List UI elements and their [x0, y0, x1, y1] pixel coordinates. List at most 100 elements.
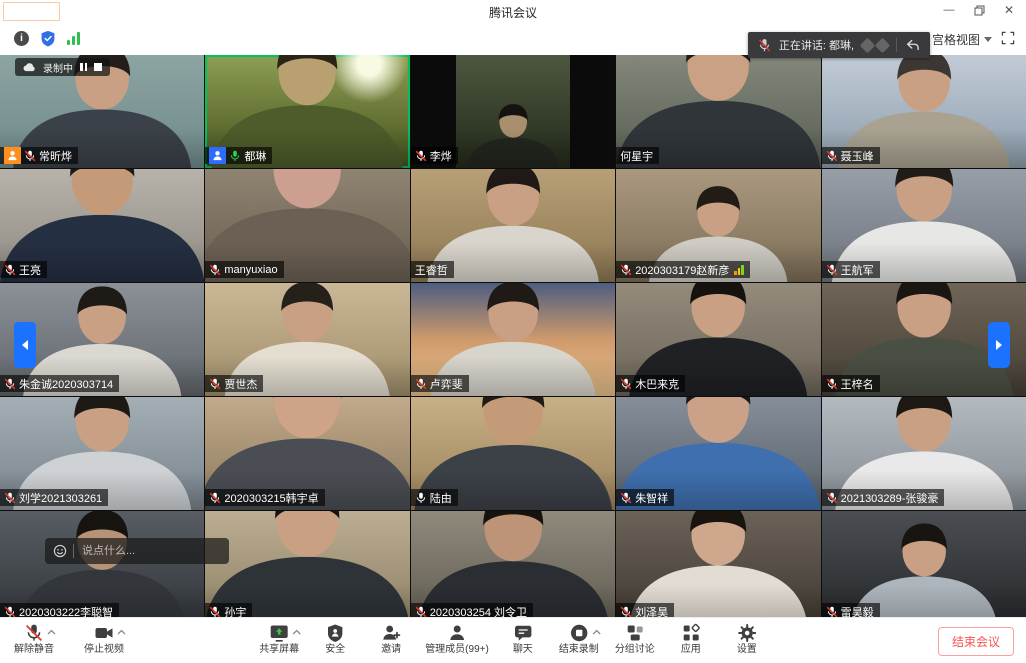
video-tile[interactable]: 王睿哲	[411, 169, 615, 282]
chevron-up-icon[interactable]	[47, 629, 56, 635]
video-tile[interactable]: 李烨	[411, 55, 615, 168]
title-bar: 腾讯会议 — ✕	[0, 0, 1026, 22]
stop-recording-button[interactable]	[94, 63, 102, 71]
video-tile[interactable]: 何星宇	[616, 55, 820, 168]
speaking-toast: 正在讲话: 都琳,	[748, 32, 930, 58]
participant-video	[616, 511, 820, 617]
participant-name: 王睿哲	[415, 262, 448, 278]
chat-button[interactable]: 聊天	[501, 618, 545, 655]
mic-status-icon	[4, 264, 16, 276]
participant-label: 2020303254 刘令卫	[411, 603, 533, 617]
participant-name: 何星宇	[620, 148, 653, 164]
video-tile[interactable]: 朱智祥	[616, 397, 820, 510]
participant-label: 贾世杰	[205, 375, 263, 392]
video-tile[interactable]: 陆由	[411, 397, 615, 510]
chevron-left-icon	[22, 340, 28, 350]
quick-chat-bar[interactable]	[45, 538, 229, 564]
chat-bubble-icon	[513, 623, 533, 643]
participant-video	[822, 511, 1026, 617]
prev-page-button[interactable]	[14, 322, 36, 368]
mic-status-icon	[826, 606, 838, 618]
video-tile[interactable]: 2020303215韩宇卓	[205, 397, 409, 510]
pause-recording-button[interactable]	[80, 63, 87, 71]
chevron-up-icon[interactable]	[117, 629, 126, 635]
participant-video	[205, 511, 409, 617]
video-tile[interactable]: 聂玉峰	[822, 55, 1026, 168]
video-tile[interactable]: 雷昊毅	[822, 511, 1026, 617]
stop-record-button[interactable]: 结束录制	[557, 618, 601, 655]
participant-label: 2021303289-张骏豪	[822, 489, 945, 506]
share-screen-icon	[269, 623, 289, 643]
participant-name: 贾世杰	[224, 376, 257, 392]
participant-name: 2020303254 刘令卫	[430, 604, 527, 618]
chevron-down-icon	[984, 37, 992, 42]
participant-label: 王航军	[822, 261, 880, 278]
participant-video	[0, 511, 204, 617]
cloud-recording-icon	[23, 62, 36, 72]
share-screen-button[interactable]: 共享屏幕	[257, 618, 301, 655]
apps-grid-icon	[681, 623, 701, 643]
video-grid: 常昕烨	[0, 55, 1026, 617]
video-tile[interactable]: 木巴来克	[616, 283, 820, 396]
emoji-icon[interactable]	[53, 544, 67, 558]
video-tile[interactable]: 王航军	[822, 169, 1026, 282]
fullscreen-icon	[1000, 30, 1016, 46]
video-tile[interactable]: 卢弈斐	[411, 283, 615, 396]
fullscreen-button[interactable]	[1000, 30, 1016, 46]
mic-status-icon	[620, 606, 632, 618]
security-shield-icon[interactable]	[40, 30, 56, 47]
video-tile[interactable]: 都琳	[205, 55, 409, 168]
video-tile[interactable]: 2020303222李聪智	[0, 511, 204, 617]
stop-video-button[interactable]: 停止视频	[82, 618, 126, 655]
person-silhouette	[0, 511, 204, 617]
video-tile[interactable]: manyuxiao	[205, 169, 409, 282]
breakout-rooms-button[interactable]: 分组讨论	[613, 618, 657, 655]
mic-status-icon	[209, 264, 221, 276]
video-tile[interactable]: 刘泽昊	[616, 511, 820, 617]
meeting-info-icon[interactable]: i	[14, 31, 29, 46]
video-tile[interactable]: 贾世杰	[205, 283, 409, 396]
close-button[interactable]: ✕	[1002, 2, 1016, 18]
mic-status-icon	[826, 378, 838, 390]
settings-button[interactable]: 设置	[725, 618, 769, 655]
participant-label: 2020303215韩宇卓	[205, 489, 324, 506]
unmute-button[interactable]: 解除静音	[12, 618, 56, 655]
chevron-up-icon[interactable]	[592, 629, 601, 635]
participant-label: 都琳	[205, 147, 272, 164]
mic-status-icon	[620, 378, 632, 390]
video-tile[interactable]: 孙宇	[205, 511, 409, 617]
quick-chat-input[interactable]	[80, 544, 184, 558]
apps-button[interactable]: 应用	[669, 618, 713, 655]
participant-label: 2020303179赵新彦	[616, 261, 750, 278]
minimize-button[interactable]: —	[942, 2, 956, 18]
video-tile[interactable]: 刘学2021303261	[0, 397, 204, 510]
next-page-button[interactable]	[988, 322, 1010, 368]
participant-label: 何星宇	[616, 147, 659, 164]
manage-members-button[interactable]: 管理成员(99+)	[425, 618, 489, 655]
network-status-icon[interactable]	[67, 32, 80, 45]
video-tile[interactable]: 2021303289-张骏豪	[822, 397, 1026, 510]
restore-button[interactable]	[972, 2, 986, 18]
mic-status-icon	[209, 492, 221, 504]
participant-label: 刘学2021303261	[0, 489, 108, 506]
video-tile[interactable]: 2020303254 刘令卫	[411, 511, 615, 617]
participant-label: 卢弈斐	[411, 375, 469, 392]
participant-name: 2020303179赵新彦	[635, 262, 729, 278]
gear-icon	[737, 623, 757, 643]
speaking-toast-text: 正在讲话: 都琳,	[779, 37, 854, 53]
role-badge-icon	[209, 147, 226, 164]
person-silhouette	[616, 511, 820, 617]
toast-divider	[896, 38, 897, 52]
role-badge-icon	[4, 147, 21, 164]
video-tile[interactable]: 2020303179赵新彦	[616, 169, 820, 282]
reply-arrow-icon[interactable]	[905, 38, 920, 52]
security-button[interactable]: 安全	[313, 618, 357, 655]
chevron-up-icon[interactable]	[292, 629, 301, 635]
video-tile[interactable]: 王亮	[0, 169, 204, 282]
person-silhouette	[411, 511, 615, 617]
recording-label: 录制中	[43, 60, 73, 75]
end-meeting-button[interactable]: 结束会议	[938, 627, 1014, 656]
participant-name: 常昕烨	[39, 148, 72, 164]
invite-button[interactable]: 邀请	[369, 618, 413, 655]
participant-name: 刘泽昊	[635, 604, 668, 618]
